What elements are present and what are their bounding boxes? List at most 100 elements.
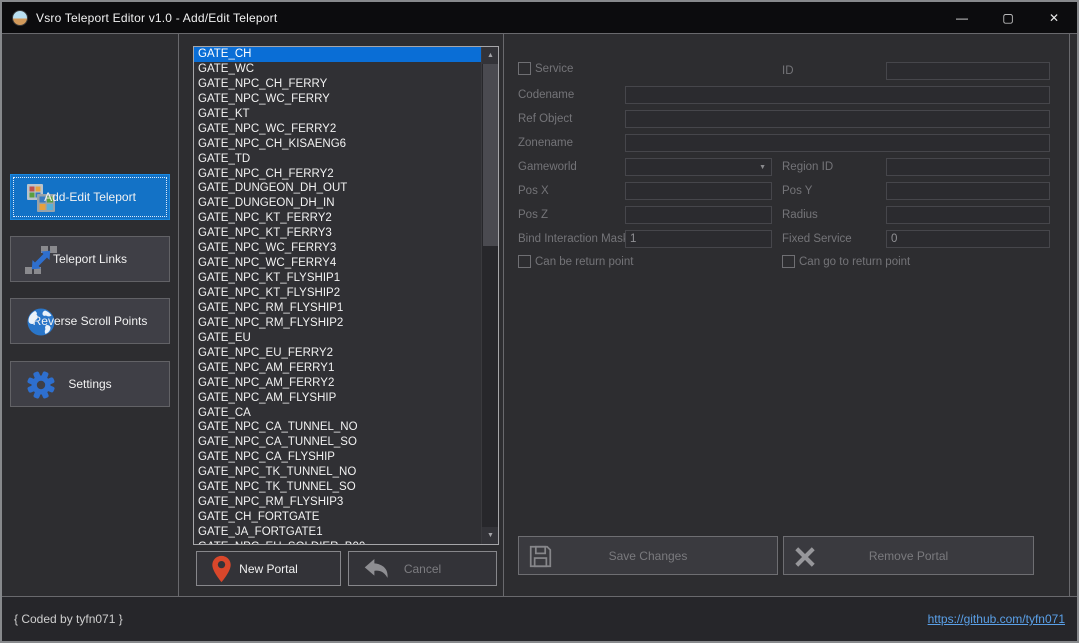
sidebar-item-settings[interactable]: Settings: [10, 361, 170, 407]
new-portal-button[interactable]: New Portal: [196, 551, 341, 586]
close-button[interactable]: ✕: [1031, 2, 1077, 33]
list-item[interactable]: GATE_NPC_RM_FLYSHIP3: [194, 495, 481, 510]
map-pin-icon: [211, 555, 232, 588]
codename-label: Codename: [518, 86, 574, 104]
window-controls: — ▢ ✕: [939, 2, 1077, 33]
fixed-service-field[interactable]: [886, 230, 1050, 248]
back-arrow-icon: [363, 558, 391, 586]
zonename-field[interactable]: [625, 134, 1050, 152]
list-item[interactable]: GATE_KT: [194, 107, 481, 122]
id-label: ID: [782, 62, 794, 80]
list-item[interactable]: GATE_NPC_KT_FERRY2: [194, 211, 481, 226]
radius-field[interactable]: [886, 206, 1050, 224]
list-item[interactable]: GATE_CH_FORTGATE: [194, 510, 481, 525]
github-link[interactable]: https://github.com/tyfn071: [928, 612, 1065, 626]
list-item[interactable]: GATE_NPC_KT_FERRY3: [194, 226, 481, 241]
list-item[interactable]: GATE_NPC_WC_FERRY4: [194, 256, 481, 271]
list-item[interactable]: GATE_NPC_AM_FERRY1: [194, 361, 481, 376]
fixed-service-label: Fixed Service: [782, 230, 852, 248]
list-item[interactable]: GATE_NPC_CA_TUNNEL_SO: [194, 435, 481, 450]
codename-field[interactable]: [625, 86, 1050, 104]
pos-z-label: Pos Z: [518, 206, 548, 224]
list-item[interactable]: GATE_NPC_CH_KISAENG6: [194, 137, 481, 152]
cancel-button[interactable]: Cancel: [348, 551, 497, 586]
list-item[interactable]: GATE_NPC_RM_FLYSHIP2: [194, 316, 481, 331]
minimize-button[interactable]: —: [939, 2, 985, 33]
app-icon: [12, 10, 28, 26]
gameworld-dropdown[interactable]: ▼: [625, 158, 772, 176]
list-item[interactable]: GATE_NPC_CA_TUNNEL_NO: [194, 420, 481, 435]
list-item[interactable]: GATE_CA: [194, 406, 481, 421]
remove-portal-button[interactable]: Remove Portal: [783, 536, 1034, 575]
gate-list: GATE_CHGATE_WCGATE_NPC_CH_FERRYGATE_NPC_…: [194, 47, 481, 545]
list-item[interactable]: GATE_NPC_CH_FERRY2: [194, 167, 481, 182]
can-go-to-return-point-checkbox[interactable]: Can go to return point: [782, 255, 910, 268]
scrollbar-thumb[interactable]: [483, 64, 498, 246]
list-item[interactable]: GATE_DUNGEON_DH_OUT: [194, 181, 481, 196]
pos-x-label: Pos X: [518, 182, 549, 200]
list-item[interactable]: GATE_NPC_KT_FLYSHIP1: [194, 271, 481, 286]
pos-x-field[interactable]: [625, 182, 772, 200]
list-item[interactable]: GATE_CH: [194, 47, 481, 62]
pos-z-field[interactable]: [625, 206, 772, 224]
list-item[interactable]: GATE_NPC_WC_FERRY3: [194, 241, 481, 256]
teleport-form-panel: Service ID Codename Ref Object Zonename …: [503, 34, 1070, 598]
list-item[interactable]: GATE_NPC_TK_TUNNEL_SO: [194, 480, 481, 495]
ref-object-label: Ref Object: [518, 110, 572, 128]
remove-portal-label: Remove Portal: [869, 549, 948, 563]
list-item[interactable]: GATE_NPC_EU_FERRY2: [194, 346, 481, 361]
maximize-button[interactable]: ▢: [985, 2, 1031, 33]
pos-y-field[interactable]: [886, 182, 1050, 200]
sidebar-item-label: Settings: [11, 377, 169, 391]
pos-y-label: Pos Y: [782, 182, 812, 200]
remove-x-icon: [793, 545, 817, 574]
save-changes-label: Save Changes: [609, 549, 688, 563]
list-item[interactable]: GATE_NPC_AM_FERRY2: [194, 376, 481, 391]
list-scrollbar[interactable]: ▲ ▼: [481, 47, 498, 544]
can-go-to-return-point-label: Can go to return point: [799, 256, 910, 268]
list-item[interactable]: GATE_NPC_TK_TUNNEL_NO: [194, 465, 481, 480]
sidebar-item-add-edit-teleport[interactable]: Add-Edit Teleport: [10, 174, 170, 220]
can-be-return-point-checkbox[interactable]: Can be return point: [518, 255, 633, 268]
list-item[interactable]: GATE_WC: [194, 62, 481, 77]
list-item[interactable]: GATE_NPC_WC_FERRY: [194, 92, 481, 107]
zonename-label: Zonename: [518, 134, 573, 152]
list-item[interactable]: GATE_NPC_AM_FLYSHIP: [194, 391, 481, 406]
list-item[interactable]: GATE_NPC_RM_FLYSHIP1: [194, 301, 481, 316]
bind-interaction-mask-label: Bind Interaction Mask: [518, 230, 629, 248]
list-item[interactable]: GATE_NPC_CA_FLYSHIP: [194, 450, 481, 465]
service-checkbox[interactable]: Service: [518, 62, 573, 75]
region-id-field[interactable]: [886, 158, 1050, 176]
checkbox-box: [518, 255, 531, 268]
bind-interaction-mask-field[interactable]: [625, 230, 772, 248]
list-item[interactable]: GATE_JA_FORTGATE1: [194, 525, 481, 540]
chevron-down-icon: ▼: [759, 164, 766, 171]
ref-object-field[interactable]: [625, 110, 1050, 128]
list-item[interactable]: GATE_DUNGEON_DH_IN: [194, 196, 481, 211]
window-title: Vsro Teleport Editor v1.0 - Add/Edit Tel…: [36, 11, 277, 25]
save-changes-button[interactable]: Save Changes: [518, 536, 778, 575]
list-item[interactable]: GATE_NPC_WC_FERRY2: [194, 122, 481, 137]
id-field[interactable]: [886, 62, 1050, 80]
credit-text: { Coded by tyfn071 }: [14, 612, 123, 626]
status-bar: { Coded by tyfn071 } https://github.com/…: [2, 596, 1077, 641]
new-portal-label: New Portal: [239, 562, 298, 576]
sidebar-item-reverse-scroll-points[interactable]: Reverse Scroll Points: [10, 298, 170, 344]
list-item[interactable]: GATE_NPC_EU_SOLDIER_B00: [194, 540, 481, 545]
sidebar-item-teleport-links[interactable]: Teleport Links: [10, 236, 170, 282]
list-item[interactable]: GATE_NPC_CH_FERRY: [194, 77, 481, 92]
radius-label: Radius: [782, 206, 818, 224]
scroll-down-icon[interactable]: ▼: [482, 527, 499, 544]
gameworld-label: Gameworld: [518, 158, 577, 176]
checkbox-box: [518, 62, 531, 75]
list-item[interactable]: GATE_EU: [194, 331, 481, 346]
gate-listbox[interactable]: GATE_CHGATE_WCGATE_NPC_CH_FERRYGATE_NPC_…: [193, 46, 499, 545]
list-item[interactable]: GATE_TD: [194, 152, 481, 167]
sidebar-item-label: Add-Edit Teleport: [11, 190, 169, 204]
service-label: Service: [535, 63, 573, 75]
scroll-up-icon[interactable]: ▲: [482, 47, 499, 64]
checkbox-box: [782, 255, 795, 268]
list-item[interactable]: GATE_NPC_KT_FLYSHIP2: [194, 286, 481, 301]
title-bar: Vsro Teleport Editor v1.0 - Add/Edit Tel…: [2, 2, 1077, 33]
sidebar: Add-Edit Teleport Teleport Links: [2, 34, 179, 598]
